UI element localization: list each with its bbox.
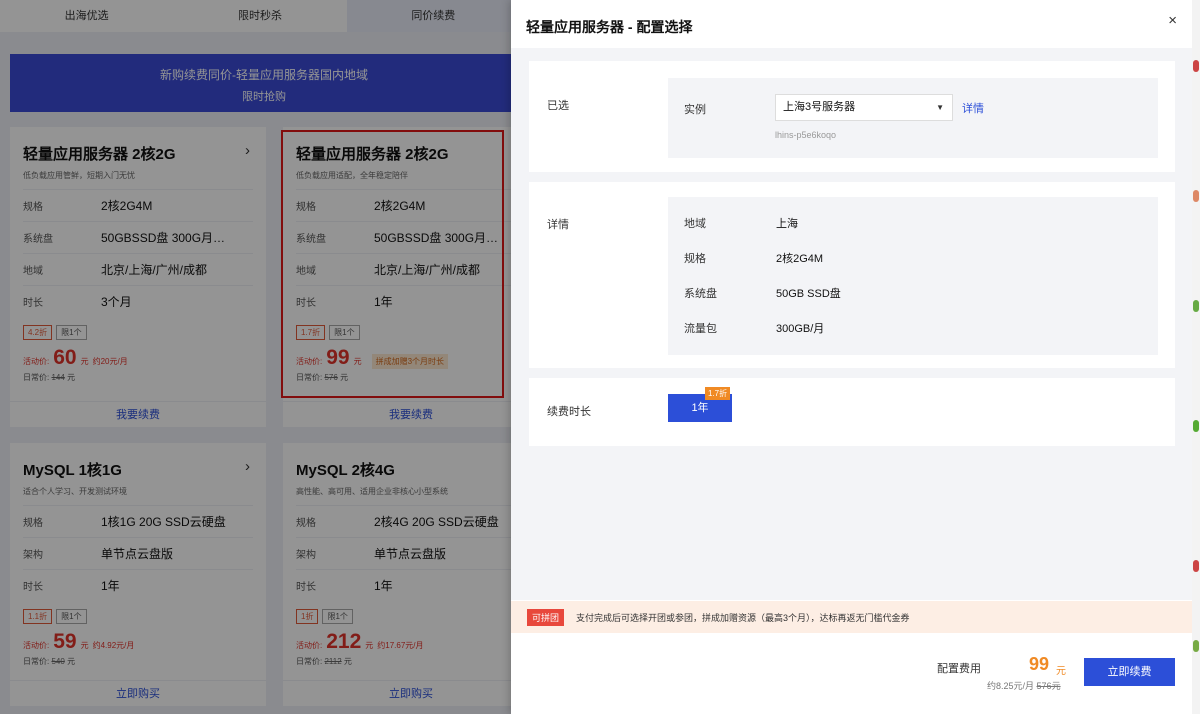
detail-key: 系统盘 (684, 288, 717, 300)
duration-section: 续费时长 1年 1.7折 (529, 378, 1175, 446)
detail-row-spec: 规格 2核2G4M (684, 250, 823, 266)
detail-value: 2核2G4M (776, 253, 824, 265)
details-label: 详情 (547, 219, 569, 231)
decor-dot (1193, 560, 1199, 572)
fee-price: 99 (1029, 654, 1050, 674)
group-buy-tag: 可拼团 (527, 609, 565, 626)
drawer-footer: 配置费用 99 元 约8.25元/月 576元 立即续费 (511, 634, 1192, 714)
duration-label: 续费时长 (547, 406, 591, 418)
group-buy-notice: 可拼团 支付完成后可选择开团或参团，拼成加赠资源（最高3个月），达标再返无门槛代… (511, 601, 1192, 633)
selected-label: 已选 (547, 100, 569, 112)
detail-row-disk: 系统盘 50GB SSD盘 (684, 285, 841, 301)
decor-dot (1193, 420, 1199, 432)
fee-label: 配置费用 (937, 663, 981, 675)
instance-detail-link[interactable]: 详情 (962, 100, 984, 116)
close-icon[interactable]: × (1168, 12, 1177, 29)
detail-row-region: 地域 上海 (684, 215, 798, 231)
instance-id: lhins-p5e6koqo (775, 130, 837, 140)
detail-key: 流量包 (684, 323, 717, 335)
instance-select[interactable]: 上海3号服务器 ▼ (775, 94, 953, 121)
decor-dot (1193, 60, 1199, 72)
notice-text: 支付完成后可选择开团或参团，拼成加赠资源（最高3个月），达标再返无门槛代金券 (576, 613, 910, 623)
detail-value: 300GB/月 (776, 323, 825, 335)
side-strip (1192, 0, 1200, 714)
renew-now-button[interactable]: 立即续费 (1084, 658, 1175, 686)
drawer-content: 已选 实例 上海3号服务器 ▼ 详情 lhins-p5e6koqo 详情 地域 上… (511, 48, 1192, 600)
drawer-title: 轻量应用服务器 - 配置选择 (526, 19, 693, 35)
detail-key: 地域 (684, 218, 706, 230)
fee-per-month: 约8.25元/月 (987, 681, 1035, 691)
detail-key: 规格 (684, 253, 706, 265)
selected-section: 已选 实例 上海3号服务器 ▼ 详情 lhins-p5e6koqo (529, 61, 1175, 172)
details-box: 地域 上海 规格 2核2G4M 系统盘 50GB SSD盘 流量包 300GB/月 (668, 197, 1158, 355)
modal-overlay[interactable] (0, 0, 511, 714)
detail-value: 上海 (776, 218, 798, 230)
decor-dot (1193, 640, 1199, 652)
detail-row-traffic: 流量包 300GB/月 (684, 320, 824, 336)
details-section: 详情 地域 上海 规格 2核2G4M 系统盘 50GB SSD盘 流量包 300GB/月 (529, 182, 1175, 368)
duration-discount-badge: 1.7折 (705, 387, 731, 400)
instance-value: 上海3号服务器 (783, 101, 856, 113)
fee-original: 576元 (1036, 681, 1061, 691)
caret-down-icon: ▼ (936, 103, 944, 112)
instance-box: 实例 上海3号服务器 ▼ 详情 lhins-p5e6koqo (668, 78, 1158, 158)
fee-subtext: 约8.25元/月 576元 (987, 679, 1061, 692)
config-drawer: 轻量应用服务器 - 配置选择 × 已选 实例 上海3号服务器 ▼ 详情 lhin… (511, 0, 1192, 714)
fee-unit: 元 (1056, 666, 1066, 677)
decor-dot (1193, 190, 1199, 202)
instance-label: 实例 (684, 104, 706, 116)
decor-dot (1193, 300, 1199, 312)
detail-value: 50GB SSD盘 (776, 288, 841, 300)
